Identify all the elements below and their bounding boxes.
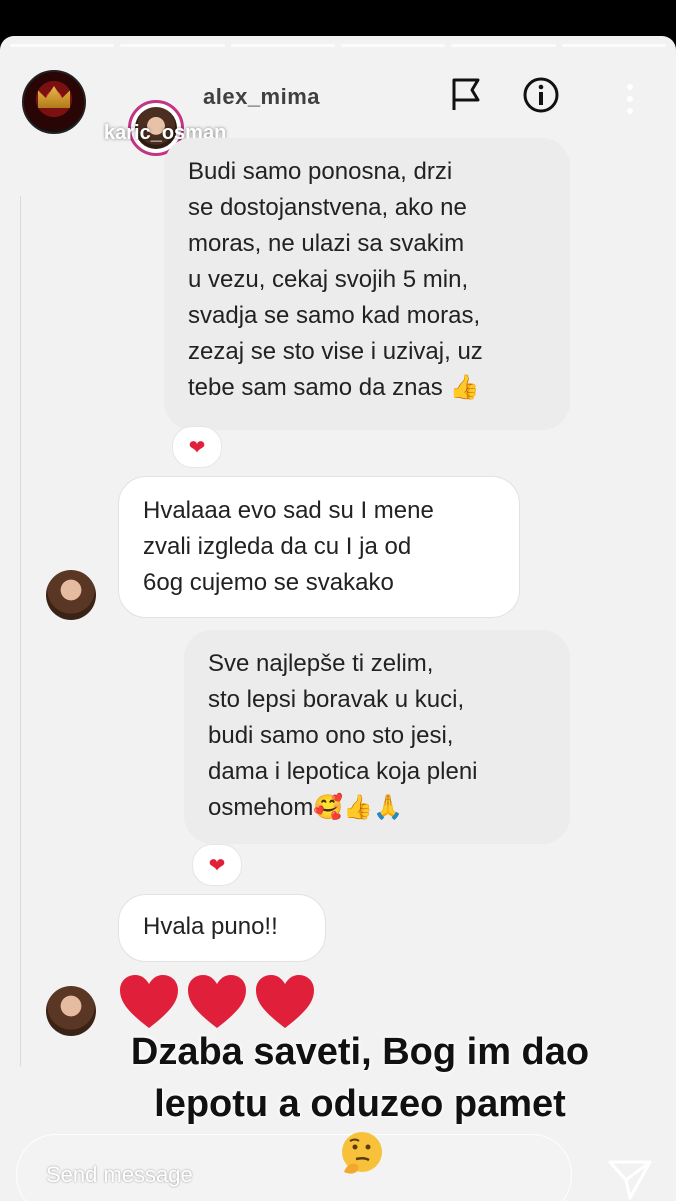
heart-emoji-row — [118, 972, 316, 1032]
progress-segment — [10, 44, 115, 47]
incoming-message: Hvalaaa evo sad su I mene zvali izgleda … — [118, 476, 520, 618]
more-icon[interactable] — [618, 82, 642, 116]
status-bar — [0, 0, 676, 36]
screenshot-edge — [20, 196, 21, 1066]
flag-icon — [452, 78, 480, 110]
story-caption: Dzaba saveti, Bog im dao lepotu a oduzeo… — [60, 1026, 660, 1130]
heart-reaction: ❤ — [192, 844, 242, 886]
story-viewer: alex_mima karic_osman Budi samo ponosna,… — [0, 36, 676, 1201]
progress-segment — [340, 44, 446, 47]
story-owner-avatar[interactable] — [22, 70, 86, 134]
sender-avatar — [46, 570, 96, 620]
story-progress — [10, 44, 666, 47]
progress-segment — [120, 44, 225, 47]
outgoing-message: Budi samo ponosna, drzi se dostojanstven… — [164, 138, 570, 430]
heart-reaction: ❤ — [172, 426, 222, 468]
heart-icon — [188, 975, 246, 1028]
progress-segment — [451, 44, 556, 47]
outgoing-message: Sve najlepše ti zelim, sto lepsi boravak… — [184, 630, 570, 844]
send-message-placeholder: Send message — [46, 1162, 193, 1187]
heart-icon — [256, 975, 314, 1028]
caption-line: Dzaba saveti, Bog im dao — [130, 1031, 590, 1073]
progress-segment — [230, 44, 335, 47]
dm-contact-name: alex_mima — [203, 84, 321, 109]
info-icon — [523, 77, 559, 113]
caption-line: lepotu a oduzeo pamet — [154, 1083, 566, 1125]
thinking-face-icon — [342, 1132, 382, 1174]
heart-icon — [120, 975, 178, 1028]
incoming-message: Hvala puno!! — [118, 894, 326, 962]
progress-segment — [561, 44, 666, 47]
send-icon[interactable] — [606, 1154, 654, 1201]
